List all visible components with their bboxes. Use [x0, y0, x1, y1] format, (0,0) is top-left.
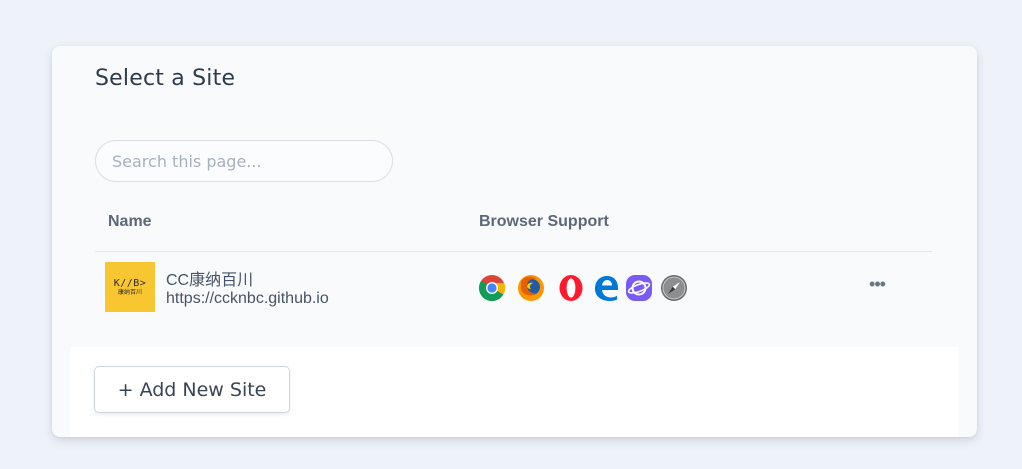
page-title: Select a Site [95, 66, 236, 91]
site-name: CC康纳百川 [166, 272, 254, 289]
column-header-browser-support: Browser Support [479, 213, 609, 230]
firefox-icon [518, 275, 544, 301]
chrome-icon [478, 275, 506, 302]
site-url: https://ccknbc.github.io [166, 290, 329, 307]
thumbnail-logo-text: K//B> [113, 277, 147, 289]
search-input[interactable] [95, 140, 393, 182]
add-new-site-button[interactable]: + Add New Site [94, 366, 290, 413]
card-footer: + Add New Site [70, 347, 958, 437]
thumbnail-caption: 康纳百川 [117, 289, 142, 296]
samsung-internet-icon [626, 275, 652, 301]
table-row[interactable]: K//B> 康纳百川 CC康纳百川 https://ccknbc.github.… [95, 252, 932, 342]
column-header-name: Name [108, 213, 152, 230]
opera-icon [559, 275, 583, 301]
edge-icon [595, 276, 618, 301]
site-selector-card: Select a Site Name Browser Support K//B>… [52, 46, 977, 437]
site-thumbnail: K//B> 康纳百川 [105, 262, 155, 312]
safari-icon [661, 275, 687, 301]
row-more-options-icon[interactable]: ••• [865, 275, 889, 293]
